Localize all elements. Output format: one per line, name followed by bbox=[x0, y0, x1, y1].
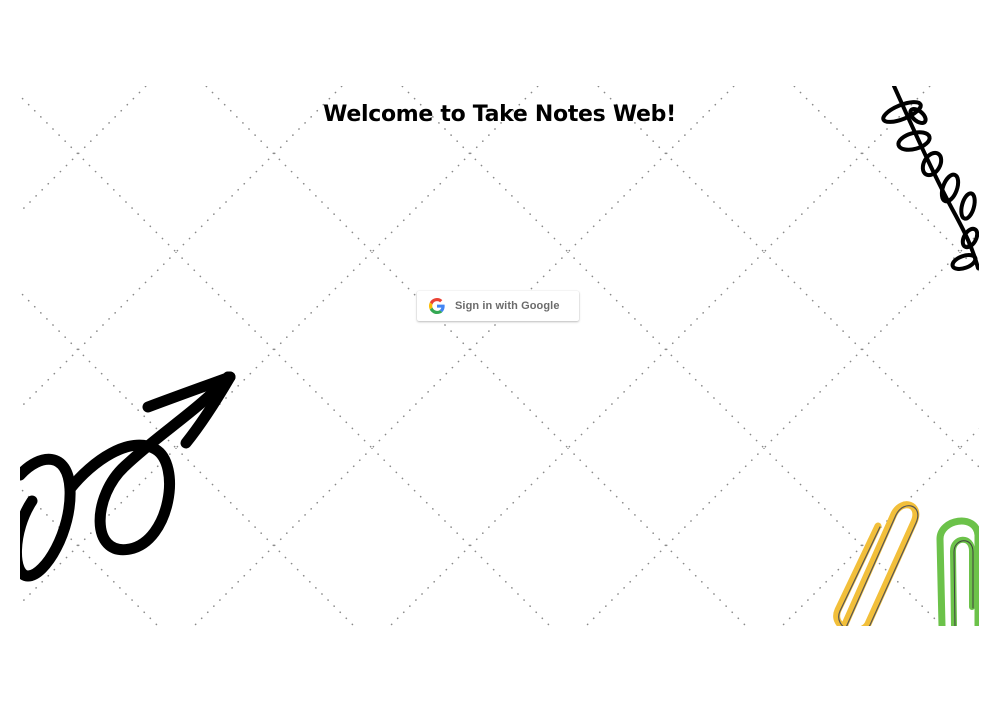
green-paperclip bbox=[936, 517, 979, 626]
yellow-paperclip bbox=[833, 501, 920, 626]
leaf-branch-doodle bbox=[881, 86, 979, 271]
google-signin-button[interactable]: Sign in with Google bbox=[417, 291, 579, 321]
welcome-stage: Welcome to Take Notes Web! Sign in with … bbox=[20, 86, 979, 626]
google-g-icon bbox=[429, 298, 445, 314]
loopy-arrow-doodle bbox=[20, 371, 236, 582]
page-title: Welcome to Take Notes Web! bbox=[323, 102, 676, 127]
google-signin-label: Sign in with Google bbox=[455, 300, 560, 312]
